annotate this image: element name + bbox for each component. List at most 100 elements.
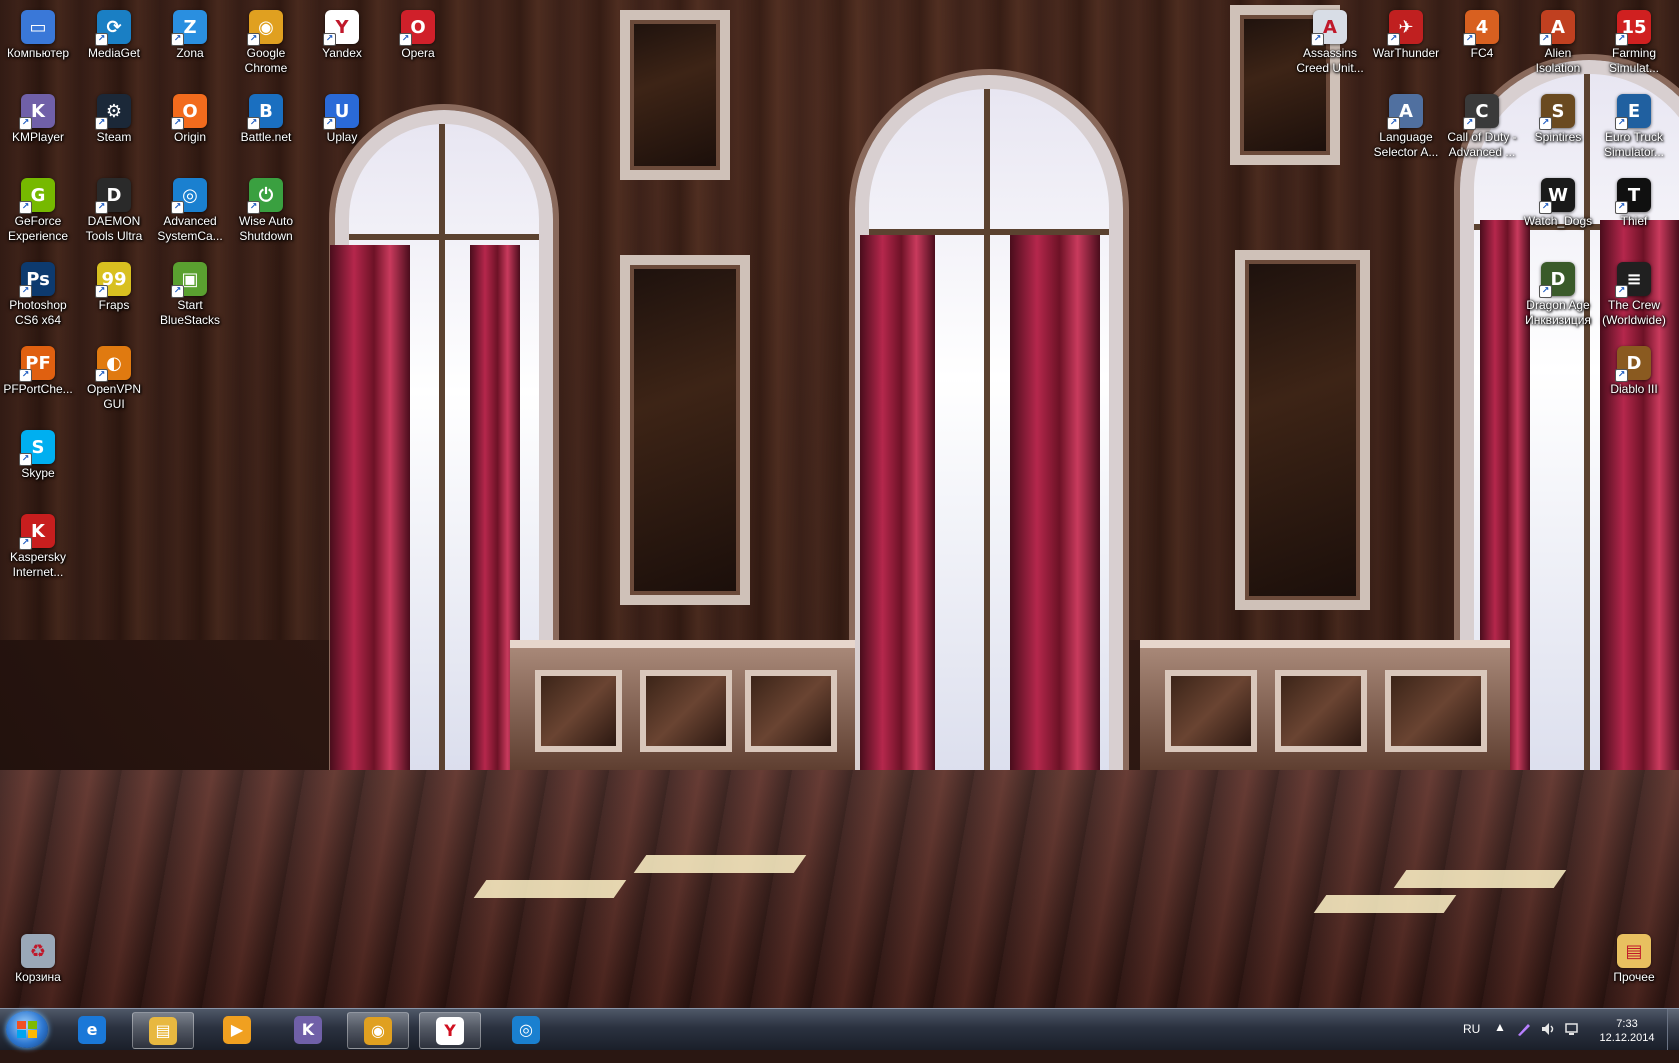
advanced-systemcare-icon: ◎ ↗: [171, 178, 207, 214]
network-icon[interactable]: [1564, 1021, 1580, 1037]
desktop-icon[interactable]: C ↗ Call of Duty - Advanced ...: [1444, 88, 1520, 160]
desktop-icon-label: Start BlueStacks: [159, 298, 221, 327]
desktop-icon-label: Euro Truck Simulator...: [1603, 130, 1665, 159]
desktop-icon[interactable]: ▭ Компьютер: [0, 4, 76, 61]
taskbar-button[interactable]: ▶: [207, 1012, 267, 1047]
desktop-icon[interactable]: O ↗ Origin: [152, 88, 228, 145]
desktop-icon-label: Wise Auto Shutdown: [238, 214, 294, 243]
desktop-icon[interactable]: A ↗ Alien Isolation: [1520, 4, 1596, 76]
desktop-icon[interactable]: ▤ Прочее: [1596, 928, 1672, 985]
desktop-icon[interactable]: Ps ↗ Photoshop CS6 x64: [0, 256, 76, 328]
desktop-icon[interactable]: ◐ ↗ OpenVPN GUI: [76, 340, 152, 412]
desktop-icon[interactable]: E ↗ Euro Truck Simulator...: [1596, 88, 1672, 160]
desktop-icon[interactable]: A ↗ Language Selector A...: [1368, 88, 1444, 160]
desktop-icon[interactable]: ⟳ ↗ MediaGet: [76, 4, 152, 61]
desktop-icon-label: The Crew (Worldwide): [1602, 298, 1666, 327]
dragon-age-icon: D ↗: [1539, 262, 1575, 298]
show-desktop-button[interactable]: [1667, 1009, 1679, 1050]
shortcut-arrow-icon: ↗: [19, 369, 32, 382]
shortcut-arrow-icon: ↗: [323, 33, 336, 46]
desktop-icon[interactable]: ◎ ↗ Advanced SystemCa...: [152, 172, 228, 244]
desktop-icon[interactable]: O ↗ Opera: [380, 4, 456, 61]
desktop-icon[interactable]: A ↗ Assassins Creed Unit...: [1292, 4, 1368, 76]
desktop-icon-label: Kaspersky Internet...: [9, 550, 67, 579]
media-player-icon: ▶: [223, 1015, 251, 1044]
desktop-icon[interactable]: ◉ ↗ Google Chrome: [228, 4, 304, 76]
taskbar-button[interactable]: ◎: [496, 1012, 556, 1047]
shortcut-arrow-icon: ↗: [1539, 201, 1552, 214]
desktop-icon[interactable]: PF ↗ PFPortChe...: [0, 340, 76, 397]
desktop-icon[interactable]: Z ↗ Zona: [152, 4, 228, 61]
language-indicator[interactable]: RU: [1463, 1022, 1480, 1063]
desktop-icon-label: GeForce Experience: [7, 214, 69, 243]
warthunder-icon: ✈ ↗: [1387, 10, 1423, 46]
show-hidden-icons-button[interactable]: ▲: [1494, 1020, 1506, 1061]
shortcut-arrow-icon: ↗: [95, 201, 108, 214]
desktop-icon-label: Assassins Creed Unit...: [1296, 46, 1364, 75]
desktop-icon-label: Steam: [96, 130, 132, 144]
desktop-icon[interactable]: B ↗ Battle.net: [228, 88, 304, 145]
daemon-tools-icon: D ↗: [95, 178, 131, 214]
desktop-icon[interactable]: ✈ ↗ WarThunder: [1368, 4, 1444, 61]
start-button[interactable]: [6, 1011, 48, 1048]
kmplayer-icon: K ↗: [19, 94, 55, 130]
taskbar-button[interactable]: Y: [419, 1012, 481, 1049]
desktop-icon[interactable]: K ↗ KMPlayer: [0, 88, 76, 145]
steam-icon: ⚙ ↗: [95, 94, 131, 130]
mediaget-icon: ⟳ ↗: [95, 10, 131, 46]
kmplayer-icon: K: [294, 1015, 322, 1044]
fc4-icon: 4 ↗: [1463, 10, 1499, 46]
desktop-icon[interactable]: W ↗ Watch_Dogs: [1520, 172, 1596, 229]
desktop-icon[interactable]: 99 ↗ Fraps: [76, 256, 152, 313]
volume-icon[interactable]: [1540, 1021, 1556, 1037]
desktop-icon[interactable]: 15 ↗ Farming Simulat...: [1596, 4, 1672, 76]
desktop-icon[interactable]: ⚙ ↗ Steam: [76, 88, 152, 145]
desktop-icon[interactable]: G ↗ GeForce Experience: [0, 172, 76, 244]
alien-isolation-icon: A ↗: [1539, 10, 1575, 46]
spintires-icon: S ↗: [1539, 94, 1575, 130]
desktop-icon[interactable]: U ↗ Uplay: [304, 88, 380, 145]
shortcut-arrow-icon: ↗: [171, 33, 184, 46]
language-selector-icon: A ↗: [1387, 94, 1423, 130]
shortcut-arrow-icon: ↗: [399, 33, 412, 46]
desktop-icon[interactable]: D ↗ DAEMON Tools Ultra: [76, 172, 152, 244]
taskbar-button[interactable]: ▤: [132, 1012, 194, 1049]
folder-icon: ▤: [1617, 934, 1651, 968]
desktop-icon[interactable]: D ↗ Diablo III: [1596, 340, 1672, 397]
explorer-folder-icon: ▤: [149, 1016, 177, 1045]
zona-icon: Z ↗: [171, 10, 207, 46]
advanced-systemcare-icon: ◎: [512, 1015, 540, 1044]
desktop-icon[interactable]: S ↗ Spintires: [1520, 88, 1596, 145]
desktop-icon-label: Spintires: [1534, 130, 1582, 144]
desktop-icon[interactable]: ≡ ↗ The Crew (Worldwide): [1596, 256, 1672, 328]
desktop-icon[interactable]: T ↗ Thief: [1596, 172, 1672, 229]
desktop-icon-label: Battle.net: [240, 130, 292, 144]
desktop-icon[interactable]: ♻ Корзина: [0, 928, 76, 985]
call-of-duty-icon: C ↗: [1463, 94, 1499, 130]
clock-date: 12.12.2014: [1599, 1032, 1655, 1044]
desktop-icon[interactable]: 4 ↗ FC4: [1444, 4, 1520, 61]
pen-icon[interactable]: [1516, 1021, 1532, 1037]
desktop-icon[interactable]: S ↗ Skype: [0, 424, 76, 481]
desktop-icon[interactable]: K ↗ Kaspersky Internet...: [0, 508, 76, 580]
desktop-icon-label: Thief: [1620, 214, 1648, 228]
shortcut-arrow-icon: ↗: [247, 33, 260, 46]
pfportchecker-icon: PF ↗: [19, 346, 55, 382]
taskbar-button[interactable]: ◉: [347, 1012, 409, 1049]
desktop-icon-label: Call of Duty - Advanced ...: [1447, 130, 1517, 159]
shortcut-arrow-icon: ↗: [171, 201, 184, 214]
battlenet-icon: B ↗: [247, 94, 283, 130]
shortcut-arrow-icon: ↗: [1615, 285, 1628, 298]
shortcut-arrow-icon: ↗: [1615, 201, 1628, 214]
desktop-icon-label: PFPortChe...: [3, 382, 73, 396]
system-clock[interactable]: 7:33 12.12.2014: [1592, 1017, 1662, 1045]
desktop-icon-label: WarThunder: [1372, 46, 1440, 60]
taskbar-button[interactable]: e: [62, 1012, 122, 1047]
desktop-icon[interactable]: Y ↗ Yandex: [304, 4, 380, 61]
the-crew-icon: ≡ ↗: [1615, 262, 1651, 298]
desktop-icon[interactable]: ▣ ↗ Start BlueStacks: [152, 256, 228, 328]
shortcut-arrow-icon: ↗: [171, 117, 184, 130]
taskbar-button[interactable]: K: [278, 1012, 338, 1047]
desktop-icon[interactable]: ⏻ ↗ Wise Auto Shutdown: [228, 172, 304, 244]
desktop-icon[interactable]: D ↗ Dragon Age Инквизиция: [1520, 256, 1596, 328]
